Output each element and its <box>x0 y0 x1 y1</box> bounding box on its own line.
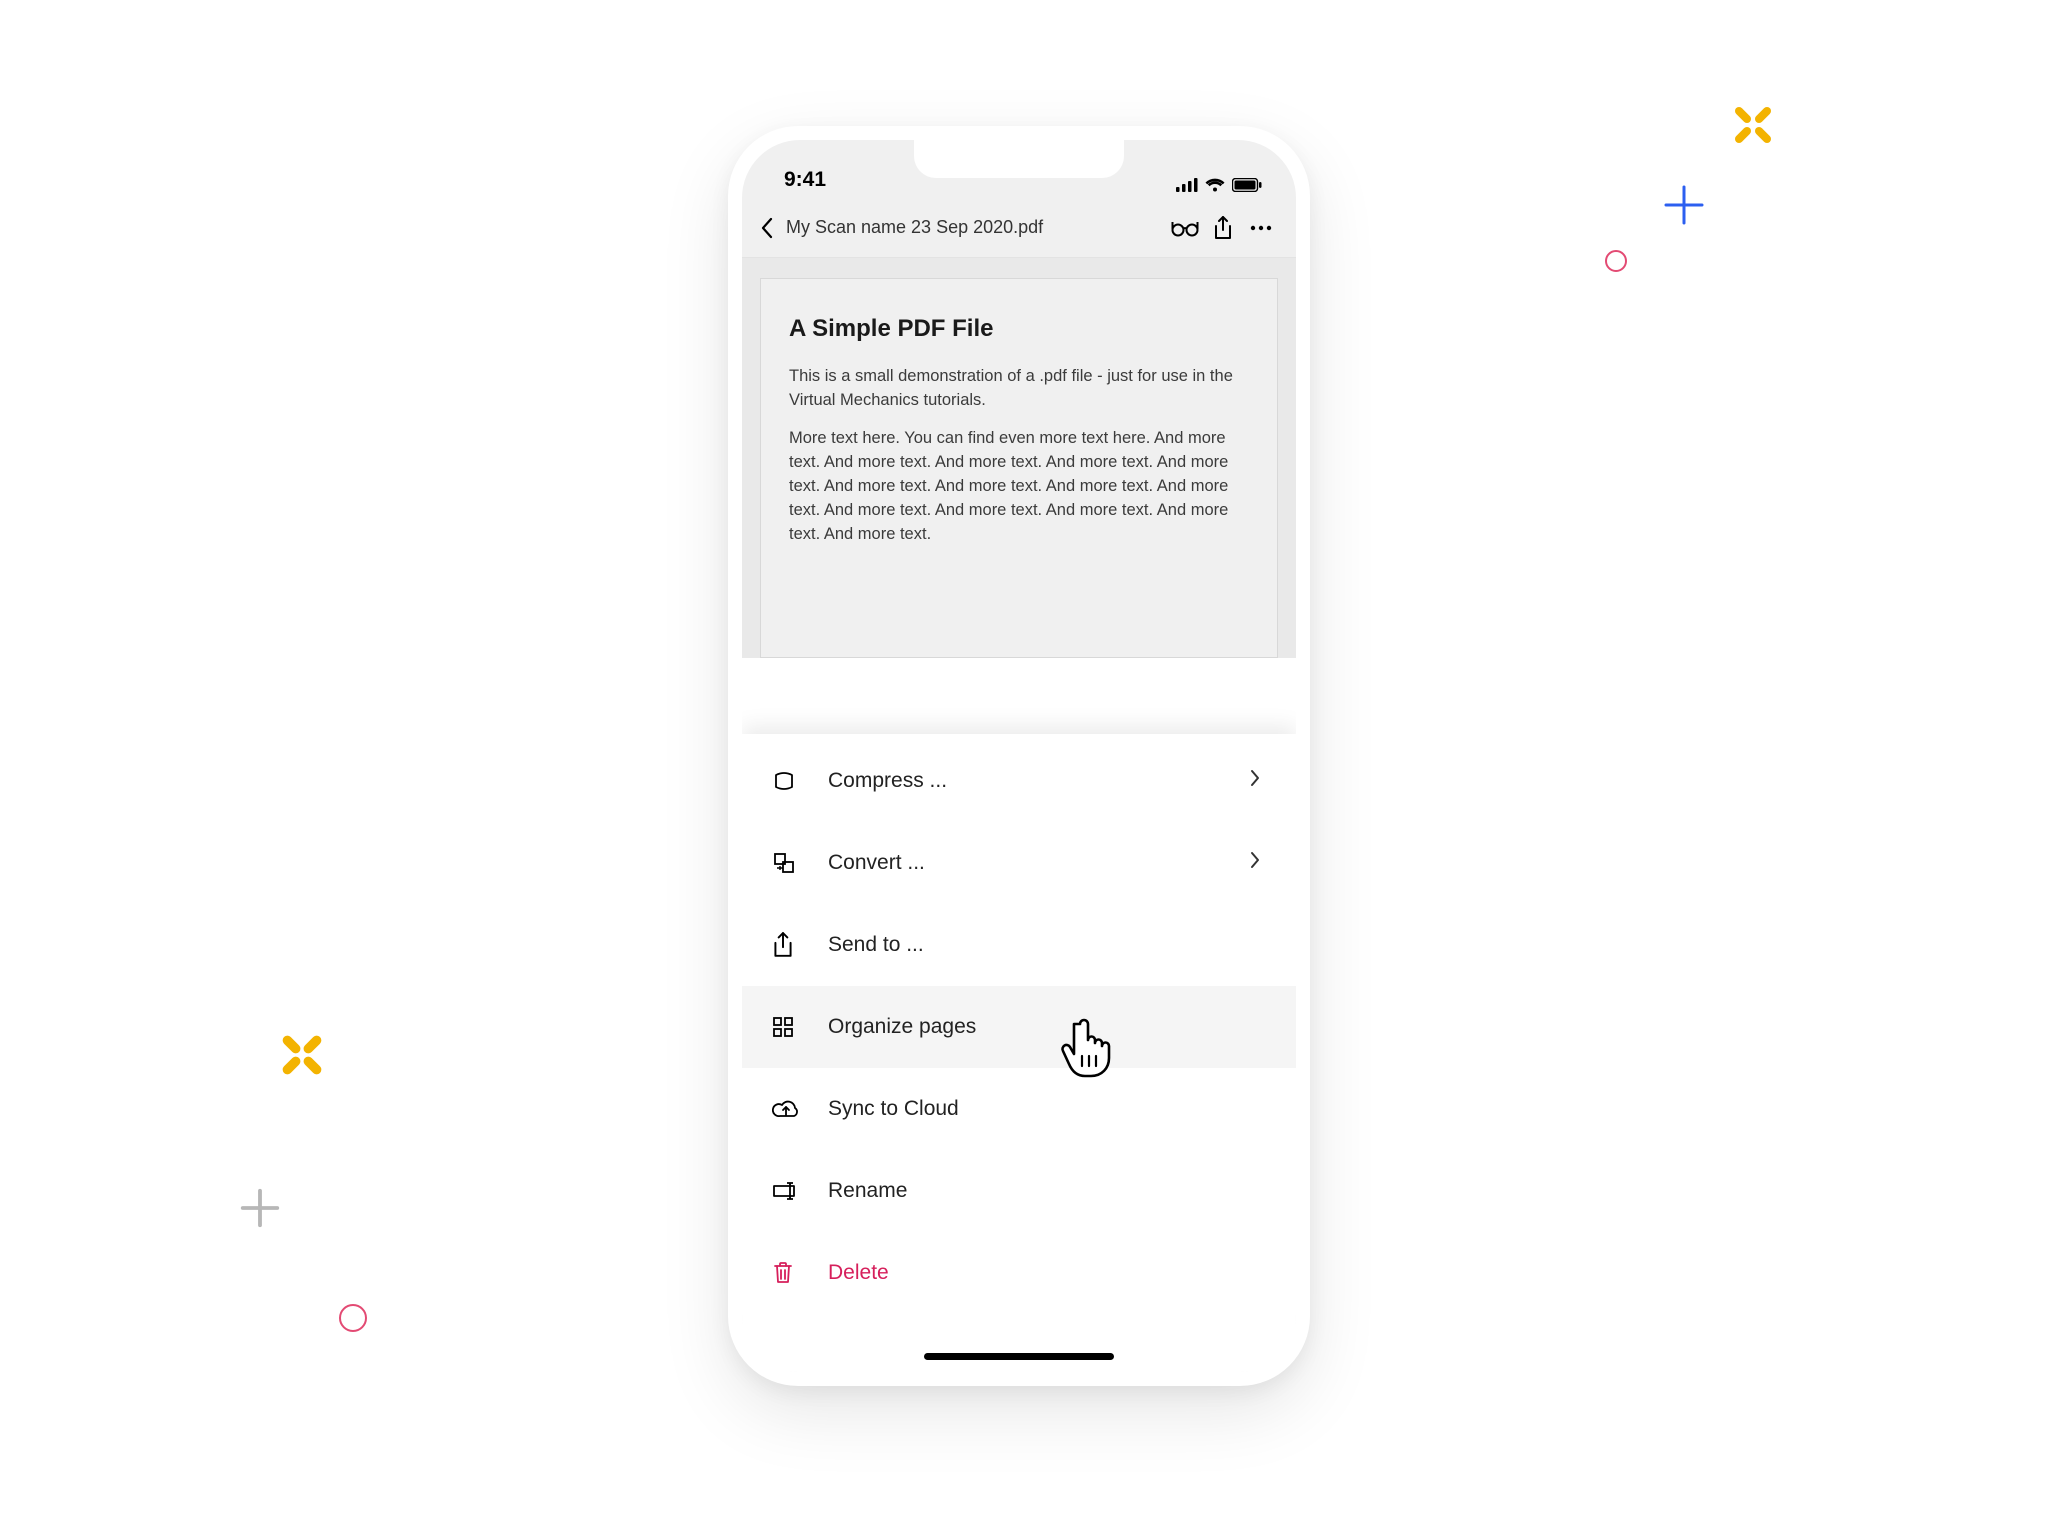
decor-plus-blue <box>1660 181 1708 229</box>
menu-convert[interactable]: Convert ... <box>742 822 1296 904</box>
decor-circle-pink-top <box>1605 250 1627 272</box>
menu-compress[interactable]: Compress ... <box>742 740 1296 822</box>
phone-screen: 9:41 My Scan name 23 Sep 2020.pdf <box>742 140 1296 1372</box>
phone-notch <box>914 140 1124 178</box>
menu-organize-pages[interactable]: Organize pages <box>742 986 1296 1068</box>
document-viewport[interactable]: A Simple PDF File This is a small demons… <box>742 258 1296 658</box>
file-name: My Scan name 23 Sep 2020.pdf <box>786 217 1043 238</box>
decor-x-gold-top <box>1731 103 1775 147</box>
cursor-pointer-icon <box>1060 1016 1120 1080</box>
compress-icon <box>772 769 796 793</box>
sendto-icon <box>772 932 794 958</box>
topbar: My Scan name 23 Sep 2020.pdf <box>742 198 1296 258</box>
home-indicator[interactable] <box>924 1353 1114 1360</box>
convert-icon <box>772 851 796 875</box>
menu-sync-label: Sync to Cloud <box>828 1097 1260 1121</box>
menu-delete[interactable]: Delete <box>742 1232 1296 1314</box>
glasses-button[interactable] <box>1166 208 1204 248</box>
share-icon <box>1213 216 1233 240</box>
phone-frame: 9:41 My Scan name 23 Sep 2020.pdf <box>728 126 1310 1386</box>
trash-icon <box>772 1261 794 1285</box>
menu-sync[interactable]: Sync to Cloud <box>742 1068 1296 1150</box>
document-title: A Simple PDF File <box>789 315 1249 343</box>
decor-x-gold-left <box>279 1032 325 1078</box>
menu-compress-label: Compress ... <box>828 769 1250 793</box>
decor-plus-gray <box>237 1185 283 1231</box>
menu-delete-label: Delete <box>828 1261 1260 1285</box>
back-button[interactable] <box>750 208 784 248</box>
cloud-sync-icon <box>772 1098 800 1120</box>
document-paragraph: More text here. You can find even more t… <box>789 427 1249 547</box>
more-button[interactable] <box>1242 208 1280 248</box>
chevron-left-icon <box>760 217 774 239</box>
decor-circle-pink-bottom <box>339 1304 367 1332</box>
status-indicators <box>1176 178 1262 192</box>
battery-icon <box>1232 178 1262 192</box>
document-page: A Simple PDF File This is a small demons… <box>760 278 1278 658</box>
chevron-right-icon <box>1250 851 1260 869</box>
share-button[interactable] <box>1204 208 1242 248</box>
document-paragraph: This is a small demonstration of a .pdf … <box>789 365 1249 413</box>
organize-icon <box>772 1016 794 1038</box>
cellular-icon <box>1176 178 1198 192</box>
chevron-right-icon <box>1250 769 1260 787</box>
menu-organize-label: Organize pages <box>828 1015 1260 1039</box>
wifi-icon <box>1205 178 1225 192</box>
menu-sendto-label: Send to ... <box>828 933 1260 957</box>
rename-icon <box>772 1181 800 1201</box>
menu-convert-label: Convert ... <box>828 851 1250 875</box>
more-icon <box>1250 225 1272 231</box>
menu-rename-label: Rename <box>828 1179 1260 1203</box>
glasses-icon <box>1170 219 1200 237</box>
menu-sendto[interactable]: Send to ... <box>742 904 1296 986</box>
action-sheet: Compress ... Convert ... Send to ... <box>742 734 1296 1372</box>
menu-rename[interactable]: Rename <box>742 1150 1296 1232</box>
status-time: 9:41 <box>784 168 826 192</box>
